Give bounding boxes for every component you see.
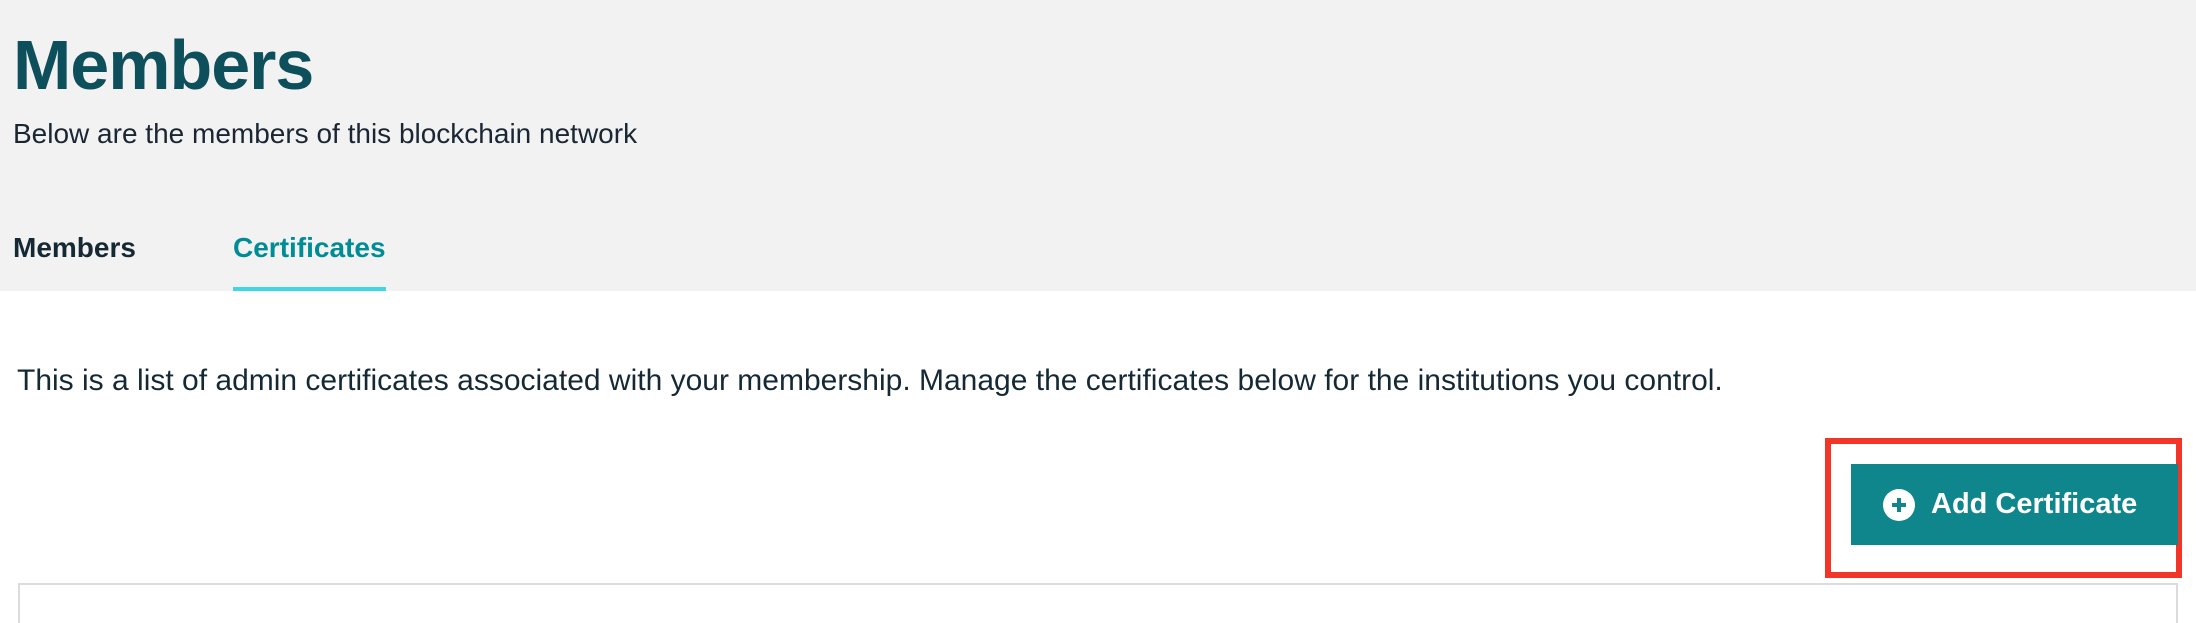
active-tab-indicator bbox=[233, 287, 386, 291]
tab-bar: Members Certificates bbox=[0, 220, 2196, 291]
add-certificate-button[interactable]: Add Certificate bbox=[1851, 464, 2178, 545]
add-certificate-label: Add Certificate bbox=[1931, 488, 2138, 520]
page-subtitle: Below are the members of this blockchain… bbox=[13, 118, 638, 149]
tab-certificates[interactable]: Certificates bbox=[233, 220, 386, 291]
tab-certificates-label: Certificates bbox=[233, 232, 386, 263]
tab-members-label: Members bbox=[13, 232, 136, 263]
certificates-description: This is a list of admin certificates ass… bbox=[17, 364, 1723, 397]
tab-members[interactable]: Members bbox=[13, 220, 136, 291]
certificates-table bbox=[18, 583, 2178, 623]
page-title: Members bbox=[13, 26, 314, 104]
plus-circle-icon bbox=[1883, 488, 1915, 521]
page-header: Members Below are the members of this bl… bbox=[0, 0, 2196, 291]
